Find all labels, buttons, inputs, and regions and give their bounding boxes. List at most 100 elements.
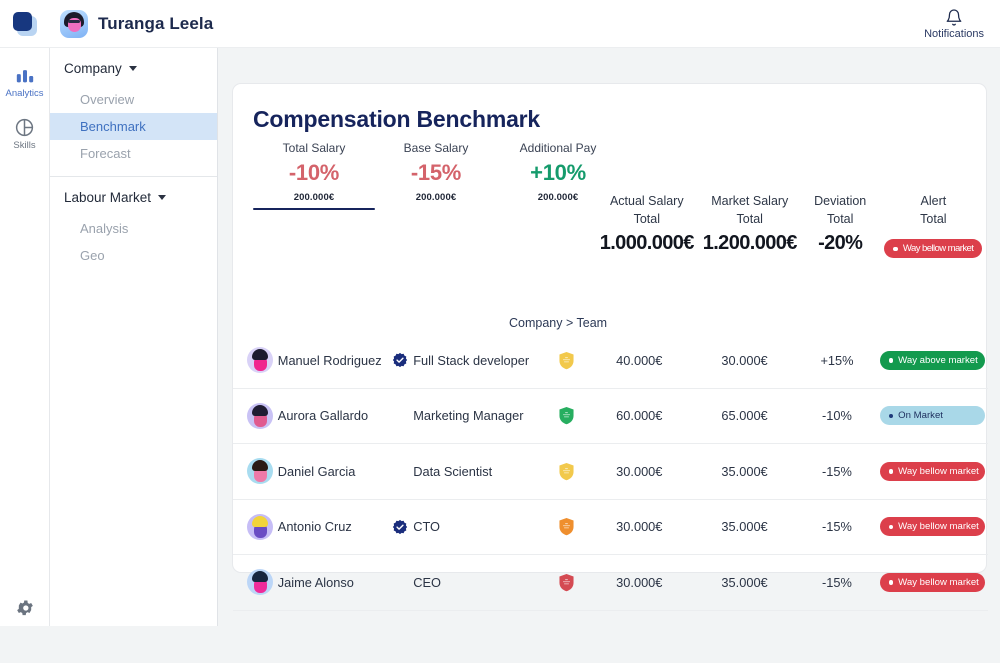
app-root: Turanga Leela Notifications Analytics Sk… (0, 0, 1000, 663)
icon-rail: Analytics Skills (0, 48, 50, 663)
shield-icon (559, 518, 574, 536)
sidebar-item-benchmark[interactable]: Benchmark (50, 113, 217, 140)
table-row[interactable]: Antonio Cruz CTO 30.000€ 35.000€ -15% Wa… (233, 500, 988, 555)
gear-icon (17, 600, 33, 616)
table-cell-avatar (243, 458, 278, 485)
column-deviation: Deviation Total -20% (802, 192, 879, 258)
compensation-benchmark-card: Compensation Benchmark Total Salary -10%… (232, 83, 988, 611)
employee-role: CTO (413, 519, 441, 535)
table-cell-alert: Way above market (876, 350, 988, 370)
avatar (247, 458, 274, 485)
table-cell-verified (386, 519, 413, 535)
sidebar-item-geo[interactable]: Geo (50, 242, 217, 269)
shield-icon (559, 573, 574, 592)
status-badge: On Market (879, 406, 985, 426)
sidebar-item-overview[interactable]: Overview (50, 86, 217, 113)
column-header-line2: Total (736, 212, 763, 226)
status-badge: Way above market (879, 350, 985, 370)
employee-deviation: +15% (820, 352, 854, 368)
status-badge-label: Way bellow market (898, 576, 979, 588)
column-header-line2: Total (920, 212, 947, 226)
employee-deviation: -10% (822, 408, 852, 424)
nav-group-company[interactable]: Company (50, 48, 217, 86)
app-logo-slot[interactable] (0, 0, 50, 48)
employee-market-salary: 30.000€ (721, 352, 768, 368)
shield-icon-yellow[interactable] (546, 351, 587, 370)
column-header-line1: Actual Salary (609, 194, 684, 208)
avatar-glasses (68, 19, 80, 23)
employee-name: Daniel Garcia (277, 463, 356, 479)
rail-item-skills[interactable]: Skills (0, 117, 50, 151)
status-dot-icon (888, 524, 894, 529)
app-logo-square-icon[interactable] (13, 11, 37, 36)
employee-role: Data Scientist (413, 463, 493, 479)
notifications-button[interactable]: Notifications (924, 8, 984, 40)
total-deviation-value: -20% (818, 232, 863, 254)
avatar-hair (252, 349, 269, 361)
nav-group-company-label: Company (64, 61, 122, 76)
total-alert-badge-wrap: Way bellow market (879, 234, 988, 259)
kpi-value: -10% (288, 160, 340, 185)
employee-deviation: -15% (822, 463, 852, 479)
avatar-hair (252, 404, 269, 416)
verified-badge-icon (392, 519, 407, 534)
sidebar-item-forecast[interactable]: Forecast (50, 140, 217, 167)
employee-actual-salary: 60.000€ (616, 408, 663, 424)
breadcrumb[interactable]: Company > Team (509, 316, 607, 330)
status-badge: Way bellow market (879, 461, 985, 481)
total-actual-salary-value: 1.000.000€ (599, 232, 695, 254)
employee-actual-salary: 40.000€ (616, 352, 663, 368)
avatar (60, 9, 88, 38)
shield-icon-orange[interactable] (546, 517, 587, 536)
table-cell-avatar (243, 569, 278, 596)
column-actual-salary: Actual Salary Total 1.000.000€ (596, 192, 698, 258)
shield-icon (559, 407, 574, 425)
column-header-line1: Market Salary (711, 194, 789, 208)
user-name: Turanga Leela (98, 13, 214, 33)
employee-name: Manuel Rodriguez (277, 352, 382, 368)
shield-icon-green[interactable] (546, 406, 587, 425)
table-cell-avatar (243, 347, 278, 374)
column-alert: Alert Total Way bellow market (879, 192, 988, 259)
chevron-down-icon[interactable] (128, 66, 137, 71)
table-cell-avatar (243, 513, 278, 540)
nav-group-labour-market[interactable]: Labour Market (50, 177, 217, 215)
settings-button[interactable] (0, 598, 50, 618)
avatar (247, 347, 274, 374)
status-dot-icon (893, 246, 898, 251)
shield-icon (559, 462, 574, 481)
table-row[interactable]: Aurora Gallardo Marketing Manager 60.000… (233, 389, 988, 444)
table-row[interactable]: Manuel Rodriguez Full Stack developer 40… (233, 333, 988, 389)
avatar-hair (252, 460, 269, 472)
employee-actual-salary: 30.000€ (616, 574, 663, 590)
status-badge-label: Way bellow market (898, 521, 979, 533)
sidebar-item-analysis[interactable]: Analysis (50, 215, 217, 242)
avatar-hair (252, 571, 269, 583)
rail-item-analytics[interactable]: Analytics (0, 66, 50, 99)
user-chip[interactable]: Turanga Leela (60, 9, 214, 38)
employee-name: Jaime Alonso (277, 574, 354, 590)
status-dot-icon (888, 358, 894, 363)
avatar (247, 569, 274, 596)
table-row[interactable]: Jaime Alonso CEO 30.000€ 35.000€ -15% Wa… (233, 555, 988, 611)
employee-deviation: -15% (822, 519, 852, 535)
page-title: Compensation Benchmark (253, 106, 540, 132)
notifications-label: Notifications (924, 27, 984, 40)
shield-icon-yellow[interactable] (546, 462, 587, 481)
shield-icon-red[interactable] (546, 573, 587, 592)
shield-icon (559, 351, 574, 370)
avatar-hair (252, 515, 269, 527)
totals-spacer (233, 192, 596, 258)
status-badge: Way bellow market (884, 239, 983, 259)
employee-role: Full Stack developer (413, 352, 530, 368)
chevron-down-icon[interactable] (158, 195, 167, 200)
rail-item-skills-label: Skills (13, 140, 36, 151)
employee-name: Antonio Cruz (277, 519, 352, 535)
table-row[interactable]: Daniel Garcia Data Scientist 30.000€ 35.… (233, 444, 988, 500)
table-cell-alert: Way bellow market (876, 517, 988, 537)
kpi-value: +10% (530, 160, 586, 185)
status-dot-icon (888, 580, 894, 585)
kpi-value: -15% (410, 160, 462, 185)
status-badge-label: Way bellow market (902, 243, 974, 255)
employee-deviation: -15% (822, 574, 852, 590)
